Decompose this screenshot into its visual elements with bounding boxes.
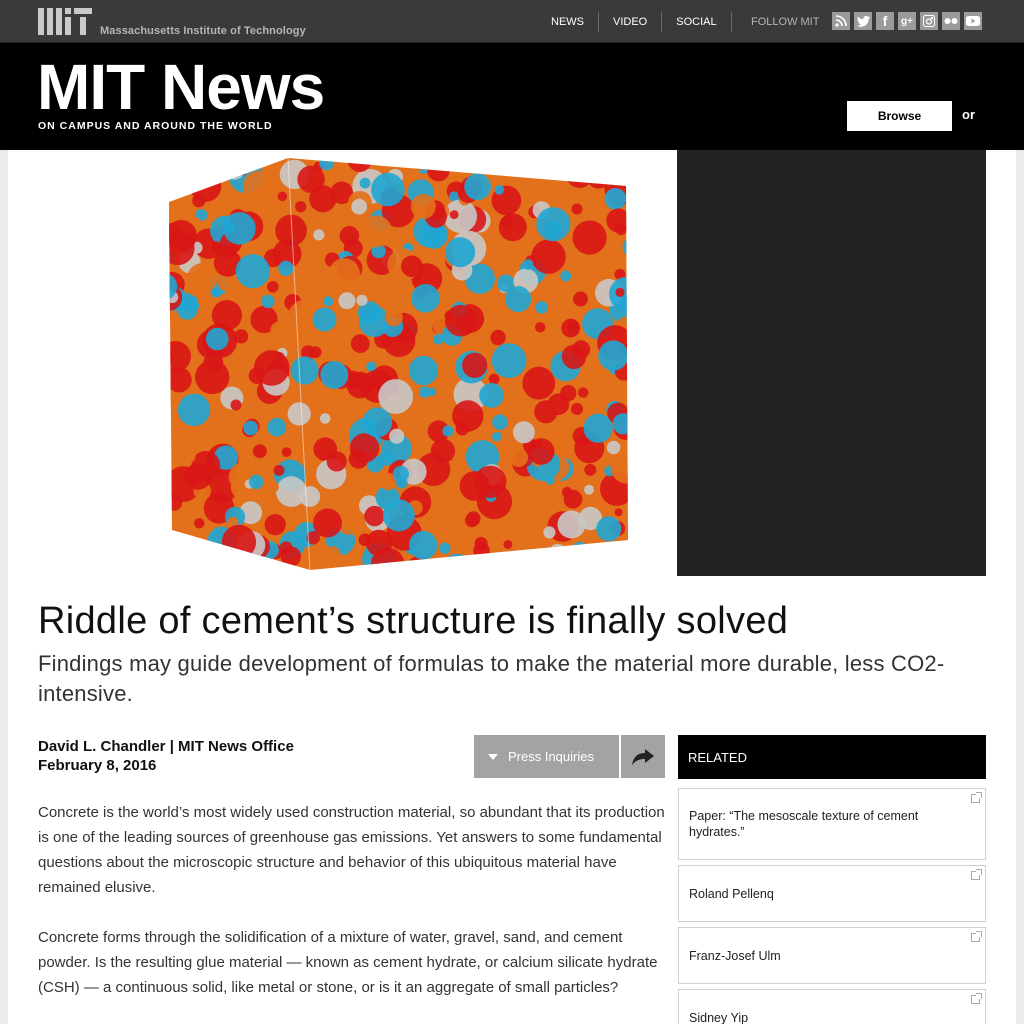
article-subtitle: Findings may guide development of formul… [38,651,945,706]
rss-icon[interactable] [832,12,850,30]
byline: David L. Chandler | MIT News Office Febr… [38,737,294,775]
nav-social[interactable]: SOCIAL [662,12,732,32]
site-header: MIT News ON CAMPUS AND AROUND THE WORLD … [0,43,1024,150]
related-item[interactable]: Roland Pellenq [678,865,986,922]
related-item-label: Paper: “The mesoscale texture of cement … [689,809,919,839]
flickr-icon[interactable] [942,12,960,30]
external-link-icon [971,792,982,803]
cement-structure-image [38,150,668,576]
top-nav: NEWS VIDEO SOCIAL [537,12,732,32]
or-label: or [962,107,975,122]
twitter-icon[interactable] [854,12,872,30]
publish-date: February 8, 2016 [38,757,157,774]
article-paragraph: Concrete forms through the solidificatio… [38,929,658,996]
article-body: Concrete is the world’s most widely used… [38,800,666,1024]
related-heading: RELATED [678,735,986,779]
related-item[interactable]: Sidney Yip [678,989,986,1024]
external-link-icon [971,869,982,880]
mit-logo[interactable] [38,8,94,36]
article-content: Riddle of cement’s structure is finally … [8,150,1016,1024]
related-item-label: Franz-Josef Ulm [689,948,781,963]
related-item[interactable]: Franz-Josef Ulm [678,927,986,984]
article-title: Riddle of cement’s structure is finally … [38,600,789,642]
google-plus-icon[interactable]: g+ [898,12,916,30]
press-inquiries-button[interactable]: Press Inquiries [474,735,619,778]
hero-image [38,150,668,576]
instagram-icon[interactable] [920,12,938,30]
browse-button[interactable]: Browse [847,101,952,131]
site-tagline: ON CAMPUS AND AROUND THE WORLD [38,120,273,132]
related-item[interactable]: Paper: “The mesoscale texture of cement … [678,788,986,860]
utility-bar: Massachusetts Institute of Technology NE… [0,0,1024,43]
related-item-label: Sidney Yip [689,1010,749,1024]
external-link-icon [971,993,982,1004]
share-icon [632,748,654,765]
related-item-label: Roland Pellenq [689,886,774,901]
hero-side-panel [677,150,986,576]
youtube-icon[interactable] [964,12,982,30]
facebook-icon[interactable]: f [876,12,894,30]
nav-video[interactable]: VIDEO [599,12,663,32]
institution-name[interactable]: Massachusetts Institute of Technology [100,25,306,37]
external-link-icon [971,931,982,942]
social-icons: f g+ [832,12,982,30]
press-inquiries-label: Press Inquiries [508,749,594,764]
share-button[interactable] [621,735,665,778]
article-paragraph: Concrete is the world’s most widely used… [38,804,665,896]
site-logo[interactable]: MIT News [37,53,325,121]
author[interactable]: David L. Chandler | MIT News Office [38,737,294,756]
caret-down-icon [488,753,498,760]
nav-news[interactable]: NEWS [537,12,599,32]
follow-label: FOLLOW MIT [751,16,820,28]
